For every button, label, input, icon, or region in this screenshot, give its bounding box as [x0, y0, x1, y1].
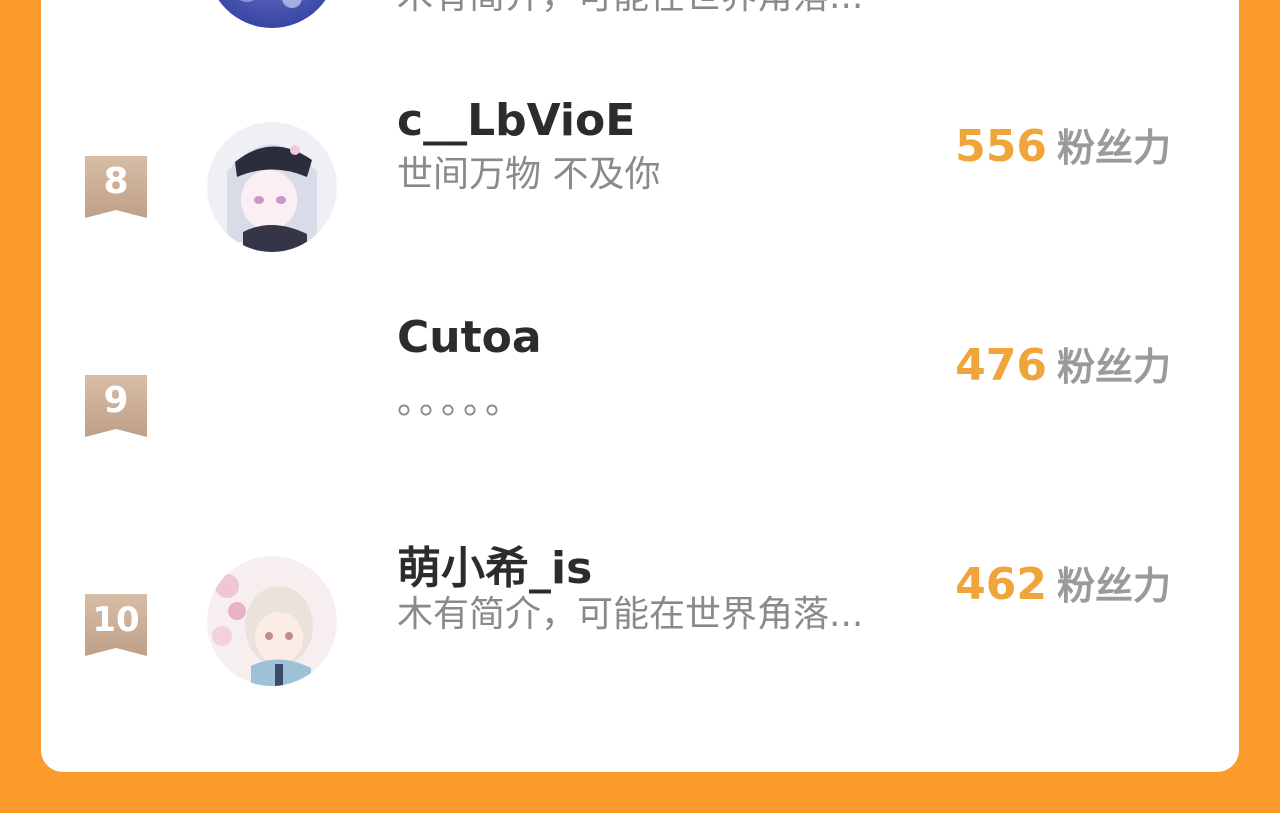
score-value: 476 — [955, 340, 1047, 391]
user-bio: 。。。。。 — [397, 381, 526, 422]
ranking-panel: 木有简介，可能在世界角落... 8 — [41, 0, 1239, 772]
username[interactable]: 萌小希_is — [397, 544, 592, 594]
rank-number: 10 — [92, 600, 140, 640]
ranking-row[interactable]: 9 Cutoa 。。。。。 476 粉丝力 — [41, 313, 1239, 477]
rank-badge: 8 — [85, 156, 147, 218]
score-value: 462 — [955, 559, 1047, 610]
score-unit: 粉丝力 — [1056, 564, 1171, 608]
user-avatar[interactable] — [207, 556, 337, 686]
fan-power-score: 462 粉丝力 — [955, 560, 1171, 619]
username[interactable]: Cutoa — [397, 313, 542, 363]
ranking-row[interactable]: 10 萌小希_is 木有简介，可能在世界角落... 462 粉丝力 — [41, 544, 1239, 696]
user-avatar[interactable] — [207, 122, 337, 252]
score-unit: 粉丝力 — [1056, 345, 1171, 389]
rank-badge: 9 — [85, 375, 147, 437]
rank-badge: 10 — [85, 594, 147, 656]
user-avatar[interactable] — [207, 0, 337, 28]
username[interactable]: c__LbVioE — [397, 96, 635, 146]
fan-power-score: 476 粉丝力 — [955, 341, 1171, 400]
user-bio: 世间万物 不及你 — [397, 154, 661, 195]
rank-number: 8 — [103, 161, 129, 202]
score-value: 556 — [955, 121, 1047, 172]
fan-power-score: 556 粉丝力 — [955, 122, 1171, 181]
score-unit: 粉丝力 — [1056, 126, 1171, 170]
user-bio: 木有简介，可能在世界角落... — [397, 0, 917, 18]
rank-number: 9 — [103, 380, 129, 421]
user-bio: 木有简介，可能在世界角落... — [397, 594, 864, 635]
ranking-row[interactable]: 木有简介，可能在世界角落... — [41, 0, 1239, 38]
ranking-row[interactable]: 8 c__LbVioE 世间万物 不及你 556 粉丝力 — [41, 96, 1239, 258]
